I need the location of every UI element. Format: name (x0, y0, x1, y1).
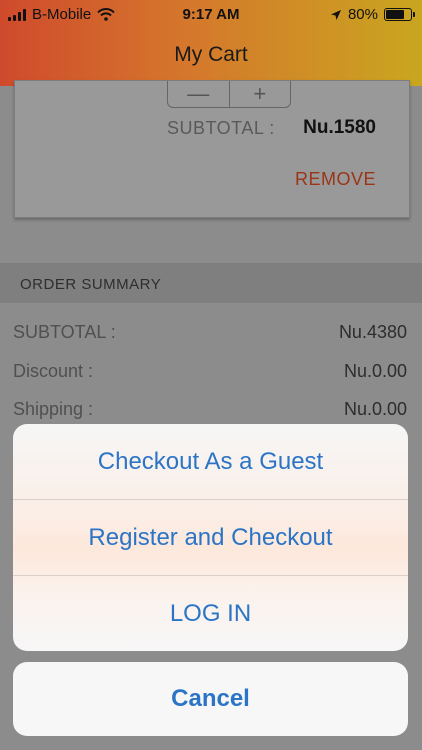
item-subtotal-value: Nu.1580 (303, 117, 376, 138)
status-bar: B-Mobile 9:17 AM 80% (0, 0, 422, 30)
summary-label: Shipping : (13, 399, 94, 419)
checkout-action-sheet: Checkout As a Guest Register and Checkou… (13, 424, 408, 651)
cart-item-card: — + SUBTOTAL : Nu.1580 REMOVE (14, 80, 410, 218)
summary-label: Discount : (13, 361, 94, 381)
battery-percent: 80% (347, 6, 378, 23)
header-bar: B-Mobile 9:17 AM 80% My Cart (0, 0, 422, 86)
summary-value: Nu.0.00 (343, 361, 407, 381)
increment-button[interactable]: + (228, 81, 291, 107)
checkout-guest-button[interactable]: Checkout As a Guest (13, 424, 408, 499)
summary-value: Nu.0.00 (343, 399, 407, 419)
login-button[interactable]: LOG IN (13, 575, 408, 651)
decrement-button[interactable]: — (168, 81, 229, 107)
battery-fill (386, 10, 404, 19)
page-title: My Cart (174, 43, 248, 66)
quantity-stepper[interactable]: — + (167, 81, 291, 108)
summary-value: Nu.4380 (338, 322, 407, 342)
order-summary-title: ORDER SUMMARY (20, 276, 162, 293)
battery-icon (384, 8, 415, 21)
item-subtotal-label: SUBTOTAL : (167, 118, 275, 138)
order-summary-header: ORDER SUMMARY (0, 263, 422, 303)
remove-button[interactable]: REMOVE (295, 169, 376, 190)
status-right: 80% (330, 6, 415, 23)
location-arrow-icon (330, 9, 341, 20)
summary-label: SUBTOTAL : (13, 322, 116, 342)
register-checkout-button[interactable]: Register and Checkout (13, 499, 408, 575)
cancel-button[interactable]: Cancel (13, 662, 408, 736)
